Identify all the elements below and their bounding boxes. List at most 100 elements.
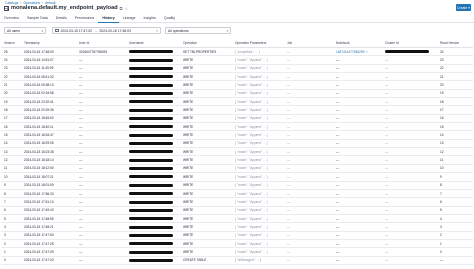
tab-quality[interactable]: Quality: [160, 14, 179, 22]
cell-read-version: 16: [437, 114, 473, 124]
table-row[interactable]: 9 2024-03-15 18:01:59— WRITE{ "mode": "App…: [1, 181, 473, 190]
cell-read-version: 13: [437, 139, 473, 149]
redaction-bar: [129, 175, 173, 179]
tab-insights[interactable]: Insights: [140, 14, 160, 22]
cell-notebook: —: [333, 189, 382, 199]
redaction-bar: [129, 200, 173, 204]
cell-notebook: —: [333, 105, 382, 115]
cell-timestamp: 2024-03-15 17:47:02: [21, 256, 76, 265]
cell-notebook: —: [333, 55, 382, 65]
redaction-bar: [129, 100, 173, 104]
cell-notebook: —: [333, 222, 382, 232]
table-row[interactable]: 12 2024-03-15 18:18:14— WRITE{ "mode": "Ap…: [1, 155, 473, 165]
tab-details[interactable]: Details: [52, 14, 71, 22]
table-row[interactable]: 1 2024-03-15 17:47:09— WRITE{ "mode": "App…: [1, 247, 473, 257]
cell-operation: WRITE: [180, 105, 232, 115]
column-header-timestamp[interactable]: Timestamp: [21, 39, 76, 48]
cell-job: —: [284, 197, 333, 207]
column-header-read-version[interactable]: Read Version: [437, 39, 473, 48]
cell-username: [126, 47, 180, 57]
create-button[interactable]: Create ▾: [456, 4, 471, 11]
redaction-bar: [129, 192, 173, 196]
cell-read-version: 19: [437, 89, 473, 99]
column-header-job[interactable]: Job: [284, 39, 333, 48]
notebook-link[interactable]: 1487414477535259: [336, 50, 364, 54]
cell-version: 6: [1, 206, 21, 215]
tab-lineage[interactable]: Lineage: [119, 14, 140, 22]
cell-version: 18: [1, 105, 21, 115]
cell-timestamp: 2024-03-15 18:34:47: [21, 130, 76, 140]
date-range-picker[interactable]: 2024-03-15 17:47:02 → 2024-03-16 17:48:0…: [52, 27, 161, 34]
table-row[interactable]: 10 2024-03-15 18:07:21— WRITE{ "mode": "Ap…: [1, 172, 473, 182]
external-link-icon[interactable]: ↗: [364, 50, 368, 54]
cell-user-id: 3226647787766591: [76, 47, 126, 57]
table-row[interactable]: 19 2024-03-15 23:32:41— WRITE{ "mode": "Ap…: [1, 97, 473, 107]
cell-user-id: —: [76, 256, 126, 265]
table-row[interactable]: 15 2024-03-15 18:34:47— WRITE{ "mode": "Ap…: [1, 130, 473, 140]
cell-version: 20: [1, 89, 21, 99]
column-header-notebook[interactable]: Notebook: [333, 39, 382, 48]
table-row[interactable]: 4 2024-03-15 17:48:21— WRITE{ "mode": "App…: [1, 222, 473, 232]
tab-overview[interactable]: Overview: [0, 14, 23, 22]
cell-notebook: —: [333, 122, 382, 132]
column-header-cluster-id[interactable]: Cluster Id: [382, 39, 437, 48]
user-filter-select[interactable]: All users ▾: [4, 27, 46, 34]
table-row[interactable]: 14 2024-03-15 18:29:05— WRITE{ "mode": "Ap…: [1, 139, 473, 149]
operation-filter-select[interactable]: All operations ▾: [165, 27, 231, 34]
close-icon[interactable]: ×: [156, 29, 158, 33]
tab-permissions[interactable]: Permissions: [71, 14, 99, 22]
table-row[interactable]: 24 2024-03-16 14:51:07— WRITE{ "mode": "Ap…: [1, 55, 473, 65]
table-row[interactable]: 5 2024-03-15 17:48:55— WRITE{ "mode": "App…: [1, 214, 473, 224]
table-row[interactable]: 16 2024-03-15 18:40:11— WRITE{ "mode": "Ap…: [1, 122, 473, 132]
cell-read-version: 10: [437, 164, 473, 174]
table-row[interactable]: 23 2024-03-16 11:45:09— WRITE{ "mode": "Ap…: [1, 64, 473, 74]
cell-cluster-id: —: [382, 206, 437, 215]
cell-timestamp: 2024-03-15 17:51:10: [21, 197, 76, 207]
table-row[interactable]: 17 2024-03-15 18:45:52— WRITE{ "mode": "Ap…: [1, 114, 473, 124]
redaction-bar: [129, 50, 173, 54]
table-row[interactable]: 22 2024-03-16 08:41:32— WRITE{ "mode": "Ap…: [1, 72, 473, 82]
chevron-down-icon: ▾: [468, 5, 470, 10]
table-row[interactable]: 18 2024-03-15 20:29:36— WRITE{ "mode": "Ap…: [1, 105, 473, 115]
table-row[interactable]: 13 2024-03-15 18:23:38— WRITE{ "mode": "Ap…: [1, 147, 473, 157]
copy-icon[interactable]: ⧉: [120, 6, 123, 11]
cell-version: 14: [1, 139, 21, 149]
cell-job: —: [284, 97, 333, 107]
column-header-username[interactable]: Username: [126, 39, 180, 48]
tab-sample-data[interactable]: Sample Data: [23, 14, 52, 22]
star-icon[interactable]: ☆: [124, 6, 128, 11]
table-row[interactable]: 2 2024-03-15 17:47:28— WRITE{ "mode": "App…: [1, 239, 473, 249]
cell-cluster-id: —: [382, 214, 437, 224]
cell-job: —: [284, 239, 333, 249]
tab-history[interactable]: History: [98, 14, 119, 23]
redaction-bar: [129, 217, 173, 221]
table-row[interactable]: 21 2024-03-16 05:38:13— WRITE{ "mode": "Ap…: [1, 80, 473, 90]
cell-timestamp: 2024-03-16 11:45:09: [21, 64, 76, 74]
cell-job: —: [284, 80, 333, 90]
date-from[interactable]: 2024-03-15 17:47:02: [61, 29, 92, 33]
cell-operation-parameters: { "mode": "Append" ... }: [232, 189, 284, 199]
redaction-bar: [129, 67, 173, 71]
redaction-bar: [129, 92, 173, 96]
table-row[interactable]: 3 2024-03-15 17:47:50— WRITE{ "mode": "App…: [1, 231, 473, 240]
table-row[interactable]: 20 2024-03-16 02:34:58— WRITE{ "mode": "Ap…: [1, 89, 473, 99]
table-row[interactable]: 25 2024-03-16 17:48:00 3226647787766591 SET…: [1, 47, 473, 57]
column-header-version[interactable]: Version: [1, 39, 21, 48]
cell-cluster-id: —: [382, 72, 437, 82]
table-row[interactable]: 6 2024-03-15 17:49:42— WRITE{ "mode": "App…: [1, 206, 473, 215]
cell-version: 7: [1, 197, 21, 207]
table-row[interactable]: 8 2024-03-15 17:56:33— WRITE{ "mode": "App…: [1, 189, 473, 199]
column-header-user-id[interactable]: User Id: [76, 39, 126, 48]
cell-timestamp: 2024-03-16 08:41:32: [21, 72, 76, 82]
date-to[interactable]: 2024-03-16 17:48:03: [99, 29, 130, 33]
cell-cluster-id: [382, 47, 437, 57]
column-header-operation[interactable]: Operation: [180, 39, 232, 48]
cell-job: —: [284, 130, 333, 140]
cell-user-id: —: [76, 181, 126, 190]
table-row[interactable]: 11 2024-03-15 18:12:50— WRITE{ "mode": "Ap…: [1, 164, 473, 174]
table-row[interactable]: 7 2024-03-15 17:51:10— WRITE{ "mode": "App…: [1, 197, 473, 207]
column-header-operation-parameters[interactable]: Operation Parameters: [232, 39, 284, 48]
cell-notebook: 1487414477535259 ↗: [333, 47, 382, 57]
cell-version: 1: [1, 247, 21, 257]
table-row[interactable]: 0 2024-03-15 17:47:02— CREATE TABLE{ "isMa…: [1, 256, 473, 265]
